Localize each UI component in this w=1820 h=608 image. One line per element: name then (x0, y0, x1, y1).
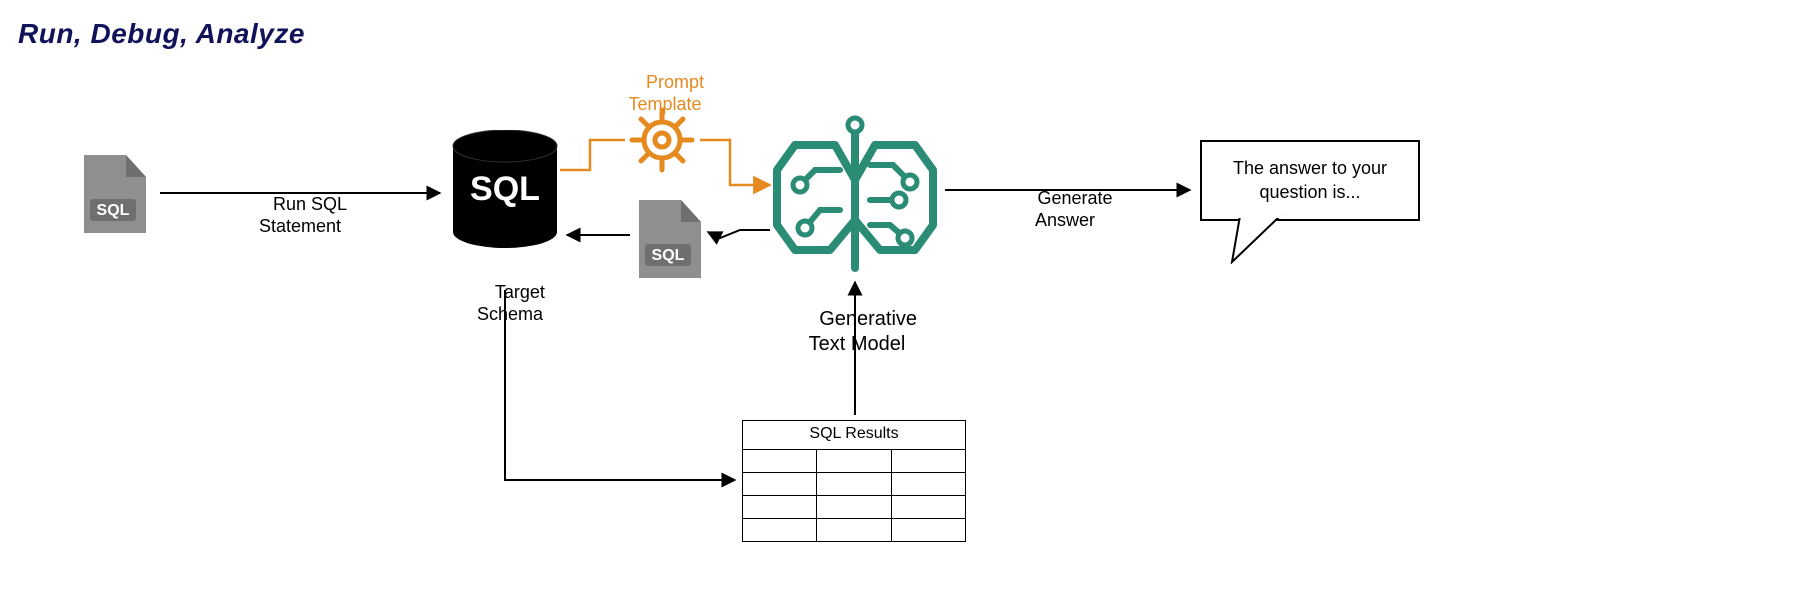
svg-text:SQL: SQL (470, 170, 540, 208)
table-cell (817, 450, 891, 472)
table-cell (817, 519, 891, 541)
table-row (743, 450, 965, 473)
table-cell (892, 496, 965, 518)
table-cell (817, 496, 891, 518)
brain-circuit-icon (777, 118, 933, 268)
speech-bubble-tail-icon (1230, 214, 1290, 264)
svg-text:SQL: SQL (652, 247, 685, 264)
table-cell (892, 473, 965, 495)
table-row (743, 519, 965, 541)
label-generate-answer: GenerateAnswer (1010, 164, 1120, 254)
arrow-db-to-gear (560, 140, 625, 170)
label-target-schema: TargetSchema (470, 258, 550, 348)
svg-text:SQL: SQL (97, 202, 130, 219)
table-cell (892, 450, 965, 472)
table-row (743, 496, 965, 519)
database-icon: SQL (450, 130, 560, 248)
sql-file-icon-feedback: SQL (639, 200, 701, 278)
table-cell (743, 450, 817, 472)
sql-file-icon: SQL (84, 155, 146, 233)
table-cell (817, 473, 891, 495)
page-title: Run, Debug, Analyze (18, 18, 305, 50)
arrow-gear-to-brain (700, 140, 770, 185)
table-cell (743, 496, 817, 518)
table-cell (892, 519, 965, 541)
arrow-brain-to-sqlfile (708, 230, 770, 238)
table-cell (743, 473, 817, 495)
label-prompt-template: PromptTemplate (610, 48, 720, 138)
table-row (743, 473, 965, 496)
answer-speech-bubble: The answer to your question is... (1200, 140, 1420, 221)
label-generative-model: GenerativeText Model (792, 282, 922, 382)
diagram-stage: Run, Debug, Analyze SQL (0, 0, 1820, 608)
sql-results-header: SQL Results (743, 421, 965, 450)
table-cell (743, 519, 817, 541)
label-run-sql: Run SQLStatement (240, 170, 360, 260)
sql-results-table: SQL Results (742, 420, 966, 542)
